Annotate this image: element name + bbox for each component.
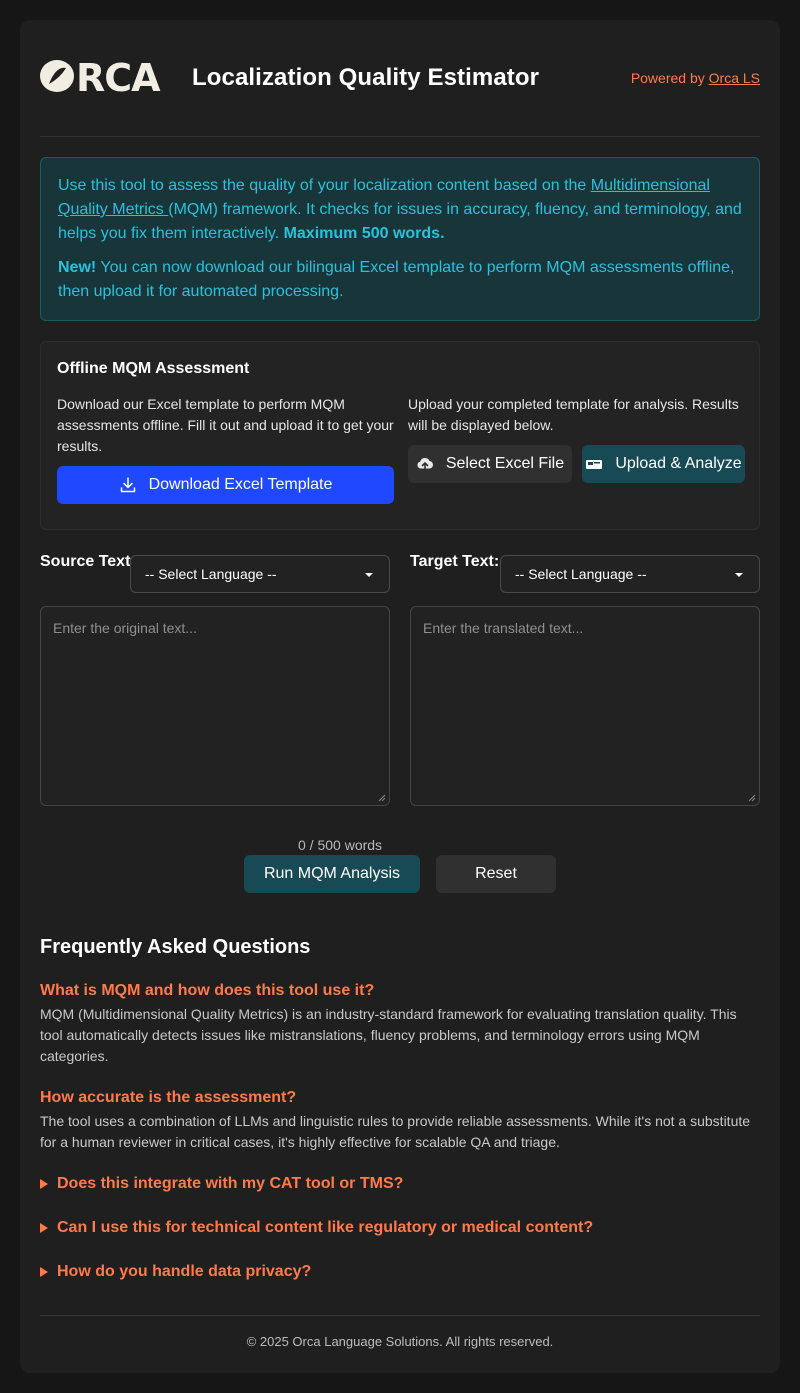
triangle-right-icon <box>40 1223 48 1233</box>
faq-title: Frequently Asked Questions <box>40 936 311 958</box>
source-placeholder: Enter the original text... <box>53 620 197 636</box>
powered-by-text: Powered by <box>630 70 709 86</box>
page-title: Localization Quality Estimator <box>192 64 540 91</box>
footer-divider <box>40 1315 760 1316</box>
header: RCA Localization Quality Estimator Power… <box>40 56 760 136</box>
triangle-right-icon <box>40 1267 48 1277</box>
info-paragraph-1: Use this tool to assess the quality of y… <box>58 174 743 246</box>
offline-assessment-panel: Offline MQM Assessment Download our Exce… <box>40 341 760 530</box>
faq-answer: MQM (Multidimensional Quality Metrics) i… <box>40 1006 737 1064</box>
upload-analyze-button[interactable]: Upload & Analyze <box>582 445 745 483</box>
max-words-note: Maximum 500 words. <box>283 225 445 242</box>
target-placeholder: Enter the translated text... <box>423 620 584 636</box>
faq-collapsed-item[interactable]: Can I use this for technical content lik… <box>40 1219 593 1237</box>
info-text: You can now download our bilingual Excel… <box>58 259 735 300</box>
target-language-value: -- Select Language -- <box>515 566 647 582</box>
download-template-button[interactable]: Download Excel Template <box>57 466 394 504</box>
select-excel-file-button[interactable]: Select Excel File <box>408 445 572 483</box>
orca-logo: RCA <box>40 58 162 94</box>
faq-question[interactable]: How accurate is the assessment? <box>40 1089 296 1107</box>
footer-copyright: © 2025 Orca Language Solutions. All righ… <box>246 1334 554 1349</box>
logo-text: RCA <box>76 58 161 94</box>
faq-collapsed-item[interactable]: How do you handle data privacy? <box>40 1263 311 1281</box>
header-divider <box>40 136 760 137</box>
source-text-label: Source Text: <box>40 553 136 570</box>
select-excel-file-label: Select Excel File <box>445 455 565 472</box>
chevron-down-icon <box>365 573 373 577</box>
target-text-label: Target Text: <box>410 553 500 570</box>
source-language-value: -- Select Language -- <box>145 566 277 582</box>
main-card: RCA Localization Quality Estimator Power… <box>20 20 780 1373</box>
resize-grip-icon[interactable] <box>378 794 386 802</box>
upload-description: Upload your completed template for analy… <box>408 396 739 433</box>
resize-grip-icon[interactable] <box>748 794 756 802</box>
new-badge: New! <box>58 259 97 276</box>
upload-analyze-icon <box>586 460 603 469</box>
faq-question: Can I use this for technical content lik… <box>57 1219 594 1236</box>
faq-question: Does this integrate with my CAT tool or … <box>57 1175 404 1192</box>
download-icon <box>120 477 135 493</box>
faq-question: How do you handle data privacy? <box>57 1263 312 1280</box>
word-count: 0 / 500 words <box>298 837 383 853</box>
target-text-input[interactable]: Enter the translated text... <box>410 606 760 806</box>
target-language-select[interactable]: -- Select Language -- <box>500 555 760 593</box>
download-description: Download our Excel template to perform M… <box>57 396 394 454</box>
source-text-input[interactable]: Enter the original text... <box>40 606 390 806</box>
faq-collapsed-item[interactable]: Does this integrate with my CAT tool or … <box>40 1175 403 1193</box>
info-text: Use this tool to assess the quality of y… <box>58 177 591 194</box>
faq-question[interactable]: What is MQM and how does this tool use i… <box>40 982 374 1000</box>
run-mqm-analysis-button[interactable]: Run MQM Analysis <box>244 855 420 893</box>
reset-button[interactable]: Reset <box>436 855 556 893</box>
source-language-select[interactable]: -- Select Language -- <box>130 555 390 593</box>
offline-title: Offline MQM Assessment <box>57 360 250 377</box>
download-template-label: Download Excel Template <box>148 476 333 493</box>
info-paragraph-2: New! You can now download our bilingual … <box>58 256 743 304</box>
triangle-right-icon <box>40 1179 48 1189</box>
cloud-upload-icon <box>417 457 433 471</box>
info-box: Use this tool to assess the quality of y… <box>40 157 760 321</box>
orca-ls-link[interactable]: Orca LS <box>709 70 760 86</box>
faq-answer: The tool uses a combination of LLMs and … <box>40 1113 751 1150</box>
upload-analyze-label: Upload & Analyze <box>615 455 742 472</box>
powered-by: Powered by Orca LS <box>631 70 760 86</box>
chevron-down-icon <box>735 573 743 577</box>
